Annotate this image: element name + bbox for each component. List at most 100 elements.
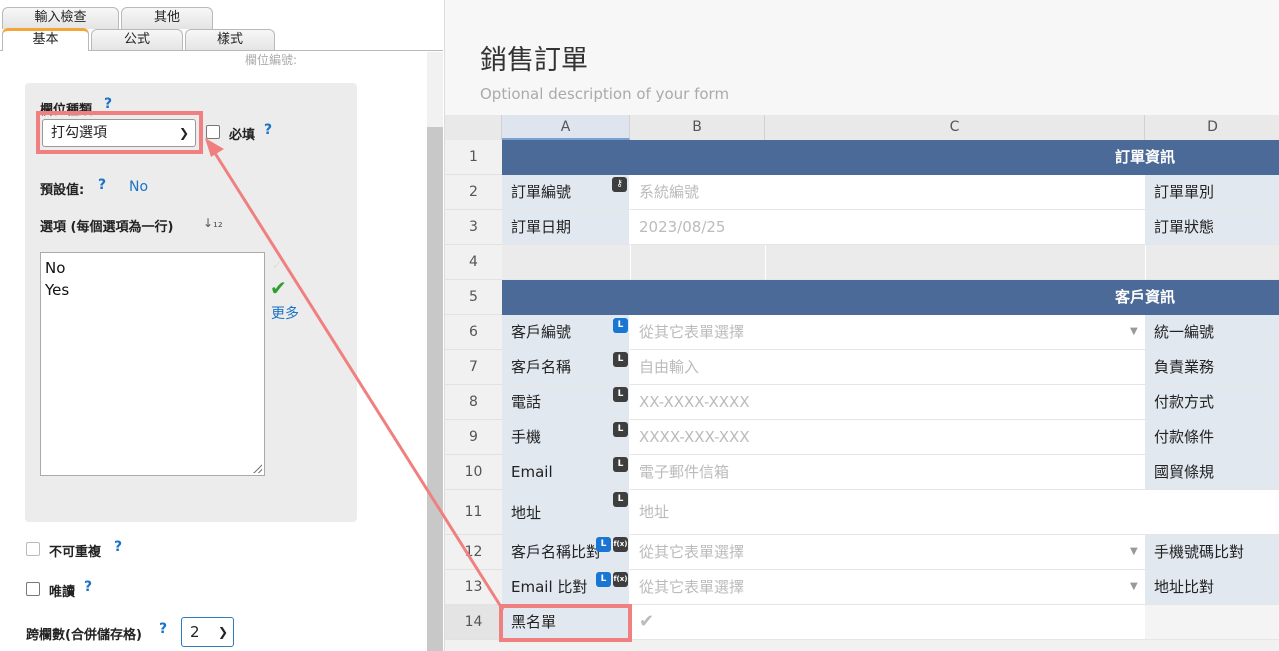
label-cell[interactable]: Email bbox=[502, 455, 630, 490]
lookup-badge-icon: L bbox=[613, 492, 628, 507]
option-line: No bbox=[45, 259, 66, 277]
unique-label: 不可重複 bbox=[49, 545, 102, 560]
faint-check-icon: ✓ bbox=[272, 258, 283, 272]
colspan-select[interactable]: 2 ❯ bbox=[181, 617, 234, 647]
form-description[interactable]: Optional description of your form bbox=[480, 85, 729, 103]
chevron-down-icon: ❯ bbox=[217, 625, 228, 639]
row-number[interactable]: 13 bbox=[445, 570, 502, 605]
label-cell[interactable]: 訂單狀態 bbox=[1145, 210, 1279, 245]
label-cell[interactable]: 手機 bbox=[502, 420, 630, 455]
sort-icon[interactable]: ↓₁₂ bbox=[203, 216, 223, 230]
help-icon[interactable]: ? bbox=[114, 539, 122, 555]
label-cell[interactable]: 國貿條規 bbox=[1145, 455, 1279, 490]
key-icon: ⚷ bbox=[612, 177, 627, 192]
section-header-customer[interactable]: 客戶資訊 bbox=[502, 280, 1279, 315]
tab-formula[interactable]: 公式 bbox=[91, 29, 183, 51]
form-title[interactable]: 銷售訂單 bbox=[480, 38, 588, 77]
help-icon[interactable]: ? bbox=[84, 579, 92, 595]
input-cell[interactable]: XX-XXXX-XXXX bbox=[630, 385, 1145, 420]
row-number[interactable]: 12 bbox=[445, 535, 502, 570]
more-link[interactable]: 更多 bbox=[271, 303, 299, 323]
row-number[interactable]: 2 bbox=[445, 175, 502, 210]
help-icon[interactable]: ? bbox=[264, 122, 272, 138]
label-cell[interactable]: 訂單單別 bbox=[1145, 175, 1279, 210]
colspan-label: 跨欄數(合併儲存格) bbox=[26, 628, 142, 643]
lookup-badge-icon: L bbox=[613, 318, 628, 333]
option-line: Yes bbox=[45, 281, 70, 299]
column-header-c[interactable]: C bbox=[765, 115, 1145, 140]
scrollbar-thumb[interactable] bbox=[427, 127, 443, 651]
options-textarea[interactable]: No Yes bbox=[40, 252, 265, 476]
label-cell[interactable]: 訂單日期 bbox=[502, 210, 630, 245]
lookup-badge-icon: L bbox=[596, 572, 611, 587]
empty-cell[interactable] bbox=[765, 245, 1145, 280]
label-cell[interactable]: 地址 bbox=[502, 490, 630, 535]
row-number[interactable]: 3 bbox=[445, 210, 502, 245]
resize-grip-icon[interactable] bbox=[253, 464, 262, 473]
form-sheet: 銷售訂單 Optional description of your form A… bbox=[444, 0, 1279, 651]
label-cell[interactable]: 負責業務 bbox=[1145, 350, 1279, 385]
row-number[interactable]: 7 bbox=[445, 350, 502, 385]
formula-badge-icon: f(x) bbox=[613, 572, 628, 587]
column-header-b[interactable]: B bbox=[630, 115, 765, 140]
row-number[interactable]: 8 bbox=[445, 385, 502, 420]
lookup-badge-icon: L bbox=[596, 537, 611, 552]
unique-checkbox[interactable] bbox=[26, 542, 40, 556]
row-number[interactable]: 6 bbox=[445, 315, 502, 350]
empty-cell[interactable] bbox=[1145, 605, 1279, 640]
help-icon[interactable]: ? bbox=[104, 96, 112, 112]
checkmark-icon[interactable]: ✔ bbox=[270, 276, 287, 300]
lookup-badge-icon: L bbox=[613, 457, 628, 472]
section-header-order[interactable]: 訂單資訊 bbox=[502, 140, 1279, 175]
dropdown-caret-icon[interactable]: ▼ bbox=[1130, 326, 1138, 337]
label-cell[interactable]: 客戶編號 bbox=[502, 315, 630, 350]
dropdown-caret-icon[interactable]: ▼ bbox=[1130, 546, 1138, 557]
help-icon[interactable]: ? bbox=[98, 177, 106, 193]
tab-style[interactable]: 樣式 bbox=[185, 29, 275, 51]
dropdown-caret-icon[interactable]: ▼ bbox=[1130, 581, 1138, 592]
label-cell[interactable]: 訂單編號 bbox=[502, 175, 630, 210]
field-settings-panel: 輸入檢查 其他 基本 公式 樣式 欄位編號: 欄位種類 ? 打勾選項 ❯ 必填 … bbox=[0, 0, 443, 651]
row-number[interactable]: 1 bbox=[445, 140, 502, 175]
label-cell[interactable]: 地址比對 bbox=[1145, 570, 1279, 605]
input-cell[interactable]: 從其它表單選擇 bbox=[630, 570, 1145, 605]
column-header-d[interactable]: D bbox=[1145, 115, 1279, 140]
input-cell[interactable]: 從其它表單選擇 bbox=[630, 315, 1145, 350]
label-cell[interactable]: 電話 bbox=[502, 385, 630, 420]
row-number[interactable]: 4 bbox=[445, 245, 502, 280]
section-title: 客戶資訊 bbox=[1115, 288, 1176, 306]
column-header-a[interactable]: A bbox=[502, 115, 630, 140]
input-cell[interactable]: 從其它表單選擇 bbox=[630, 535, 1145, 570]
help-icon[interactable]: ? bbox=[159, 621, 167, 637]
row-number[interactable]: 11 bbox=[445, 490, 502, 535]
checkbox-input-cell[interactable]: ✔ bbox=[630, 605, 1145, 640]
label-cell[interactable]: 付款方式 bbox=[1145, 385, 1279, 420]
field-number-label: 欄位編號: bbox=[245, 53, 298, 67]
default-value[interactable]: No bbox=[129, 179, 148, 195]
readonly-label: 唯讀 bbox=[49, 585, 76, 600]
input-cell[interactable]: 地址 bbox=[630, 490, 1279, 535]
label-cell[interactable]: 客戶名稱 bbox=[502, 350, 630, 385]
empty-cell[interactable] bbox=[1145, 245, 1279, 280]
label-cell[interactable]: 統一編號 bbox=[1145, 315, 1279, 350]
input-cell[interactable]: 2023/08/25 bbox=[630, 210, 1145, 245]
input-cell[interactable]: 系統編號 bbox=[630, 175, 1145, 210]
lookup-badge-icon: L bbox=[613, 352, 628, 367]
tab-input-validation[interactable]: 輸入檢查 bbox=[2, 7, 119, 29]
lookup-badge-icon: L bbox=[613, 422, 628, 437]
row-number[interactable]: 14 bbox=[445, 605, 502, 640]
row-number[interactable]: 9 bbox=[445, 420, 502, 455]
row-number[interactable]: 10 bbox=[445, 455, 502, 490]
label-cell[interactable]: 手機號碼比對 bbox=[1145, 535, 1279, 570]
tab-basic[interactable]: 基本 bbox=[2, 28, 89, 51]
readonly-checkbox[interactable] bbox=[26, 582, 40, 596]
label-cell[interactable]: 付款條件 bbox=[1145, 420, 1279, 455]
row-number[interactable]: 5 bbox=[445, 280, 502, 315]
empty-cell[interactable] bbox=[502, 245, 630, 280]
input-cell[interactable]: XXXX-XXX-XXX bbox=[630, 420, 1145, 455]
input-cell[interactable]: 自由輸入 bbox=[630, 350, 1145, 385]
tab-other[interactable]: 其他 bbox=[121, 7, 213, 29]
input-cell[interactable]: 電子郵件信箱 bbox=[630, 455, 1145, 490]
required-checkbox[interactable] bbox=[206, 125, 220, 139]
empty-cell[interactable] bbox=[630, 245, 765, 280]
